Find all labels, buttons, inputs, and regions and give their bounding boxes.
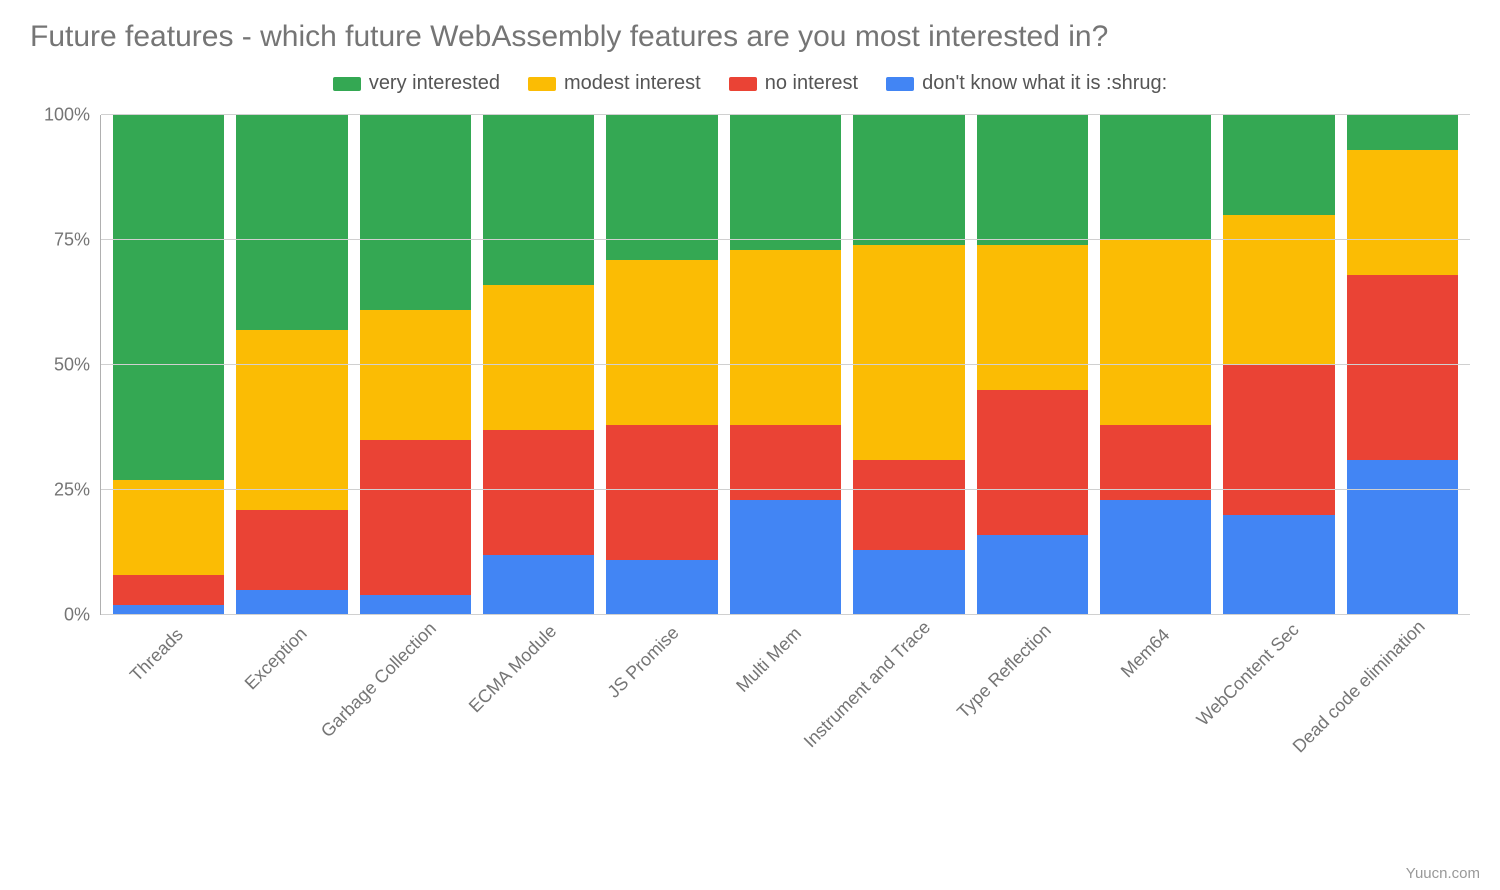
x-tick: ECMA Module [482,615,593,795]
legend-item: no interest [729,72,858,95]
bar-segment [1223,365,1334,515]
y-axis: 0%25%50%75%100% [30,115,100,615]
x-tick: Mem64 [1100,615,1211,795]
chart-area: 0%25%50%75%100% [30,115,1470,615]
legend: very interested modest interest no interes… [30,72,1470,95]
bar-segment [606,425,717,560]
bar-segment [113,115,224,480]
bar [483,115,594,615]
watermark: Yuucn.com [1406,865,1480,882]
bar-segment [483,285,594,430]
legend-swatch [886,77,914,91]
bar-segment [1347,115,1458,150]
bar [236,115,347,615]
legend-swatch [729,77,757,91]
bar-segment [853,115,964,245]
bar-segment [113,480,224,575]
bar-segment [483,555,594,615]
x-tick-label: ECMA Module [465,621,561,717]
grid-line [101,114,1470,115]
y-tick-label: 50% [54,355,90,376]
bar-segment [360,115,471,310]
bar-segment [977,245,1088,390]
grid-line [101,239,1470,240]
bar-segment [1223,515,1334,615]
bar [1223,115,1334,615]
legend-label: no interest [765,72,858,95]
bar-segment [360,310,471,440]
y-tick-label: 25% [54,480,90,501]
bar-segment [1100,115,1211,240]
bar [1347,115,1458,615]
bar-segment [977,535,1088,615]
bar-segment [730,250,841,425]
bar [606,115,717,615]
bar-segment [977,390,1088,535]
bar-segment [483,115,594,285]
x-tick: Garbage Collection [359,615,470,795]
bar-segment [236,330,347,510]
bar-segment [113,575,224,605]
legend-label: modest interest [564,72,701,95]
bar-segment [360,595,471,615]
bar-segment [360,440,471,595]
x-tick: Instrument and Trace [853,615,964,795]
bar-segment [1100,500,1211,615]
plot-area [100,115,1470,615]
x-tick: JS Promise [606,615,717,795]
x-tick: Dead code elimination [1347,615,1458,795]
bar-segment [1100,240,1211,425]
bar-segment [483,430,594,555]
bar-segment [853,460,964,550]
bar-segment [853,245,964,460]
x-tick: WebContent Sec [1223,615,1334,795]
x-tick: Exception [235,615,346,795]
bar-segment [1223,215,1334,365]
bar [730,115,841,615]
legend-label: don't know what it is :shrug: [922,72,1167,95]
bar-segment [1347,460,1458,615]
x-tick-label: Multi Mem [732,623,806,697]
x-tick: Threads [112,615,223,795]
y-tick-label: 75% [54,230,90,251]
legend-swatch [333,77,361,91]
y-tick-label: 0% [64,605,90,626]
grid-line [101,489,1470,490]
bar-segment [977,115,1088,245]
bar-segment [236,510,347,590]
x-axis: Threads Exception Garbage CollectionECMA M… [100,615,1470,795]
chart-title: Future features - which future WebAssemb… [30,20,1470,54]
x-tick-label: Type Reflection [953,620,1056,723]
legend-swatch [528,77,556,91]
legend-item: don't know what it is :shrug: [886,72,1167,95]
legend-label: very interested [369,72,500,95]
bar-segment [236,115,347,330]
bar [360,115,471,615]
bar-segment [606,260,717,425]
bar-segment [606,560,717,615]
x-tick-label: Exception [241,623,312,694]
x-tick: Multi Mem [729,615,840,795]
bar [113,115,224,615]
bar-segment [730,500,841,615]
y-tick-label: 100% [44,105,90,126]
bar-segment [853,550,964,615]
bar-segment [730,115,841,250]
legend-item: modest interest [528,72,701,95]
bar-segment [1347,150,1458,275]
bar-segment [236,590,347,615]
grid-line [101,364,1470,365]
bar [977,115,1088,615]
x-tick-label: Mem64 [1117,625,1174,682]
bar [1100,115,1211,615]
bar-segment [1223,115,1334,215]
legend-item: very interested [333,72,500,95]
bar-segment [1347,275,1458,460]
x-tick: Type Reflection [976,615,1087,795]
bar [853,115,964,615]
x-tick-label: Threads [126,624,188,686]
x-tick-label: JS Promise [603,622,683,702]
